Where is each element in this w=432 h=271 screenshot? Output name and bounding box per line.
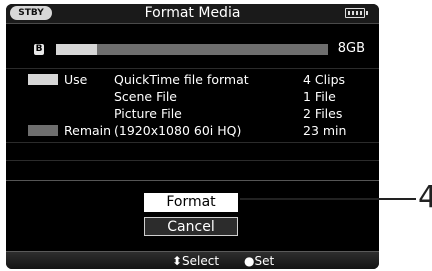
- info-row-scene: Scene File 1 File: [6, 88, 379, 105]
- divider: [6, 160, 379, 161]
- picture-file-count: 2 Files: [303, 106, 343, 121]
- scene-file-text: Scene File: [114, 89, 178, 104]
- divider: [6, 68, 379, 69]
- callout-number: 4: [418, 180, 432, 215]
- camera-lcd-screen: STBY Format Media B 8GB Use QuickTime fi…: [6, 4, 379, 269]
- picture-file-text: Picture File: [114, 106, 182, 121]
- scene-file-count: 1 File: [303, 89, 336, 104]
- recording-mode-text: (1920x1080 60i HQ): [114, 123, 242, 138]
- clip-count: 4 Clips: [303, 72, 346, 87]
- battery-icon: [345, 8, 368, 18]
- format-button[interactable]: Format: [144, 193, 238, 212]
- page-title: Format Media: [144, 5, 241, 21]
- file-format-text: QuickTime file format: [114, 72, 249, 87]
- info-row-picture: Picture File 2 Files: [6, 105, 379, 122]
- select-hint: ⬍Select: [172, 254, 220, 268]
- slot-badge: B: [34, 44, 44, 55]
- cancel-button[interactable]: Cancel: [144, 217, 238, 236]
- capacity-bar: [56, 44, 328, 55]
- used-swatch: [28, 74, 58, 85]
- footer-hint-bar: ⬍Select ●Set: [6, 251, 379, 269]
- remain-label: Remain: [64, 123, 112, 138]
- info-row-remain: Remain (1920x1080 60i HQ) 23 min: [6, 122, 379, 139]
- callout-line: [240, 198, 416, 200]
- divider: [6, 142, 379, 143]
- set-hint: ●Set: [244, 254, 275, 268]
- remain-swatch: [28, 125, 58, 136]
- dialog-divider: [6, 180, 379, 181]
- capacity-bar-fill: [56, 44, 97, 55]
- title-bar: STBY Format Media: [6, 4, 379, 24]
- info-row-use: Use QuickTime file format 4 Clips: [6, 71, 379, 88]
- use-label: Use: [64, 72, 88, 87]
- remaining-time: 23 min: [303, 123, 347, 138]
- capacity-label: 8GB: [337, 41, 365, 56]
